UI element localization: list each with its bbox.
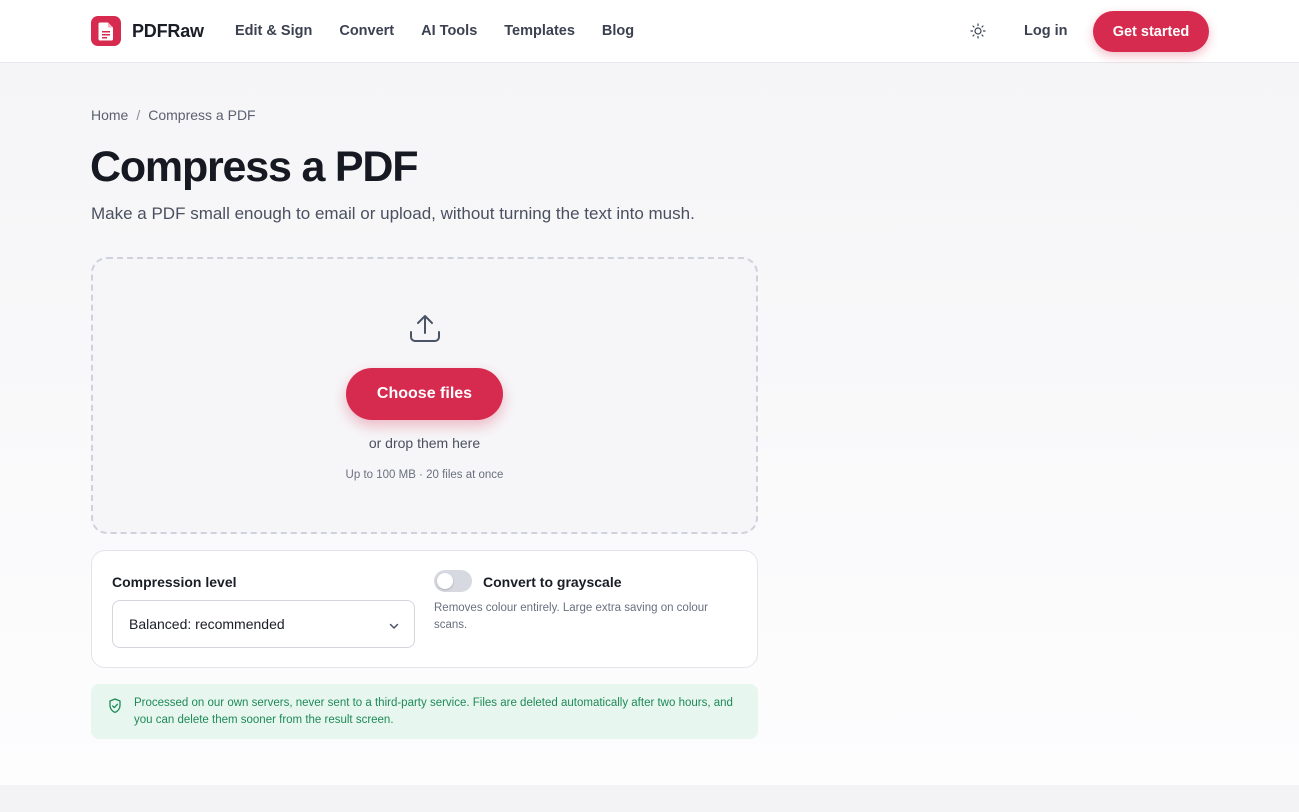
breadcrumb-current: Compress a PDF bbox=[148, 107, 256, 123]
compression-level-select[interactable]: Balanced: recommended bbox=[112, 600, 415, 648]
compression-level-label: Compression level bbox=[112, 574, 237, 590]
drop-hint-text: or drop them here bbox=[368, 435, 481, 451]
chevron-down-icon bbox=[388, 619, 400, 631]
grayscale-toggle[interactable] bbox=[434, 570, 472, 592]
login-link[interactable]: Log in bbox=[1024, 22, 1068, 40]
upload-icon bbox=[407, 313, 443, 345]
pdf-document-icon bbox=[91, 16, 121, 46]
logo-link[interactable]: PDFRaw bbox=[91, 16, 204, 46]
breadcrumb-home[interactable]: Home bbox=[91, 107, 128, 123]
main-content: Home / Compress a PDF Compress a PDF Mak… bbox=[0, 64, 1299, 785]
main-nav: Edit & Sign Convert AI Tools Templates B… bbox=[235, 22, 661, 40]
grayscale-label: Convert to grayscale bbox=[483, 574, 622, 590]
nav-item-edit-sign[interactable]: Edit & Sign bbox=[235, 22, 312, 40]
upload-limits-text: Up to 100 MB · 20 files at once bbox=[345, 469, 504, 481]
file-dropzone[interactable]: Choose files or drop them here Up to 100… bbox=[91, 257, 758, 534]
compression-level-value: Balanced: recommended bbox=[129, 616, 285, 632]
nav-item-convert[interactable]: Convert bbox=[339, 22, 394, 40]
shield-check-icon bbox=[108, 698, 122, 714]
choose-files-button[interactable]: Choose files bbox=[346, 368, 503, 420]
privacy-text: Processed on our own servers, never sent… bbox=[134, 697, 733, 726]
toggle-knob bbox=[437, 573, 453, 589]
breadcrumb-separator: / bbox=[136, 107, 141, 123]
site-header: PDFRaw Edit & Sign Convert AI Tools Temp… bbox=[0, 0, 1299, 63]
privacy-notice: Processed on our own servers, never sent… bbox=[91, 684, 758, 739]
footer-strip bbox=[0, 785, 1299, 812]
nav-item-ai-tools[interactable]: AI Tools bbox=[421, 22, 477, 40]
logo-text: PDFRaw bbox=[132, 20, 204, 41]
get-started-button[interactable]: Get started bbox=[1093, 11, 1209, 52]
sun-icon[interactable] bbox=[967, 20, 989, 42]
page-subtitle: Make a PDF small enough to email or uplo… bbox=[91, 204, 695, 223]
breadcrumb: Home / Compress a PDF bbox=[91, 107, 256, 123]
nav-item-templates[interactable]: Templates bbox=[504, 22, 575, 40]
options-panel: Compression level Balanced: recommended … bbox=[91, 550, 758, 668]
page-title: Compress a PDF bbox=[90, 143, 419, 191]
grayscale-description: Removes colour entirely. Large extra sav… bbox=[434, 602, 709, 631]
nav-item-blog[interactable]: Blog bbox=[602, 22, 634, 40]
